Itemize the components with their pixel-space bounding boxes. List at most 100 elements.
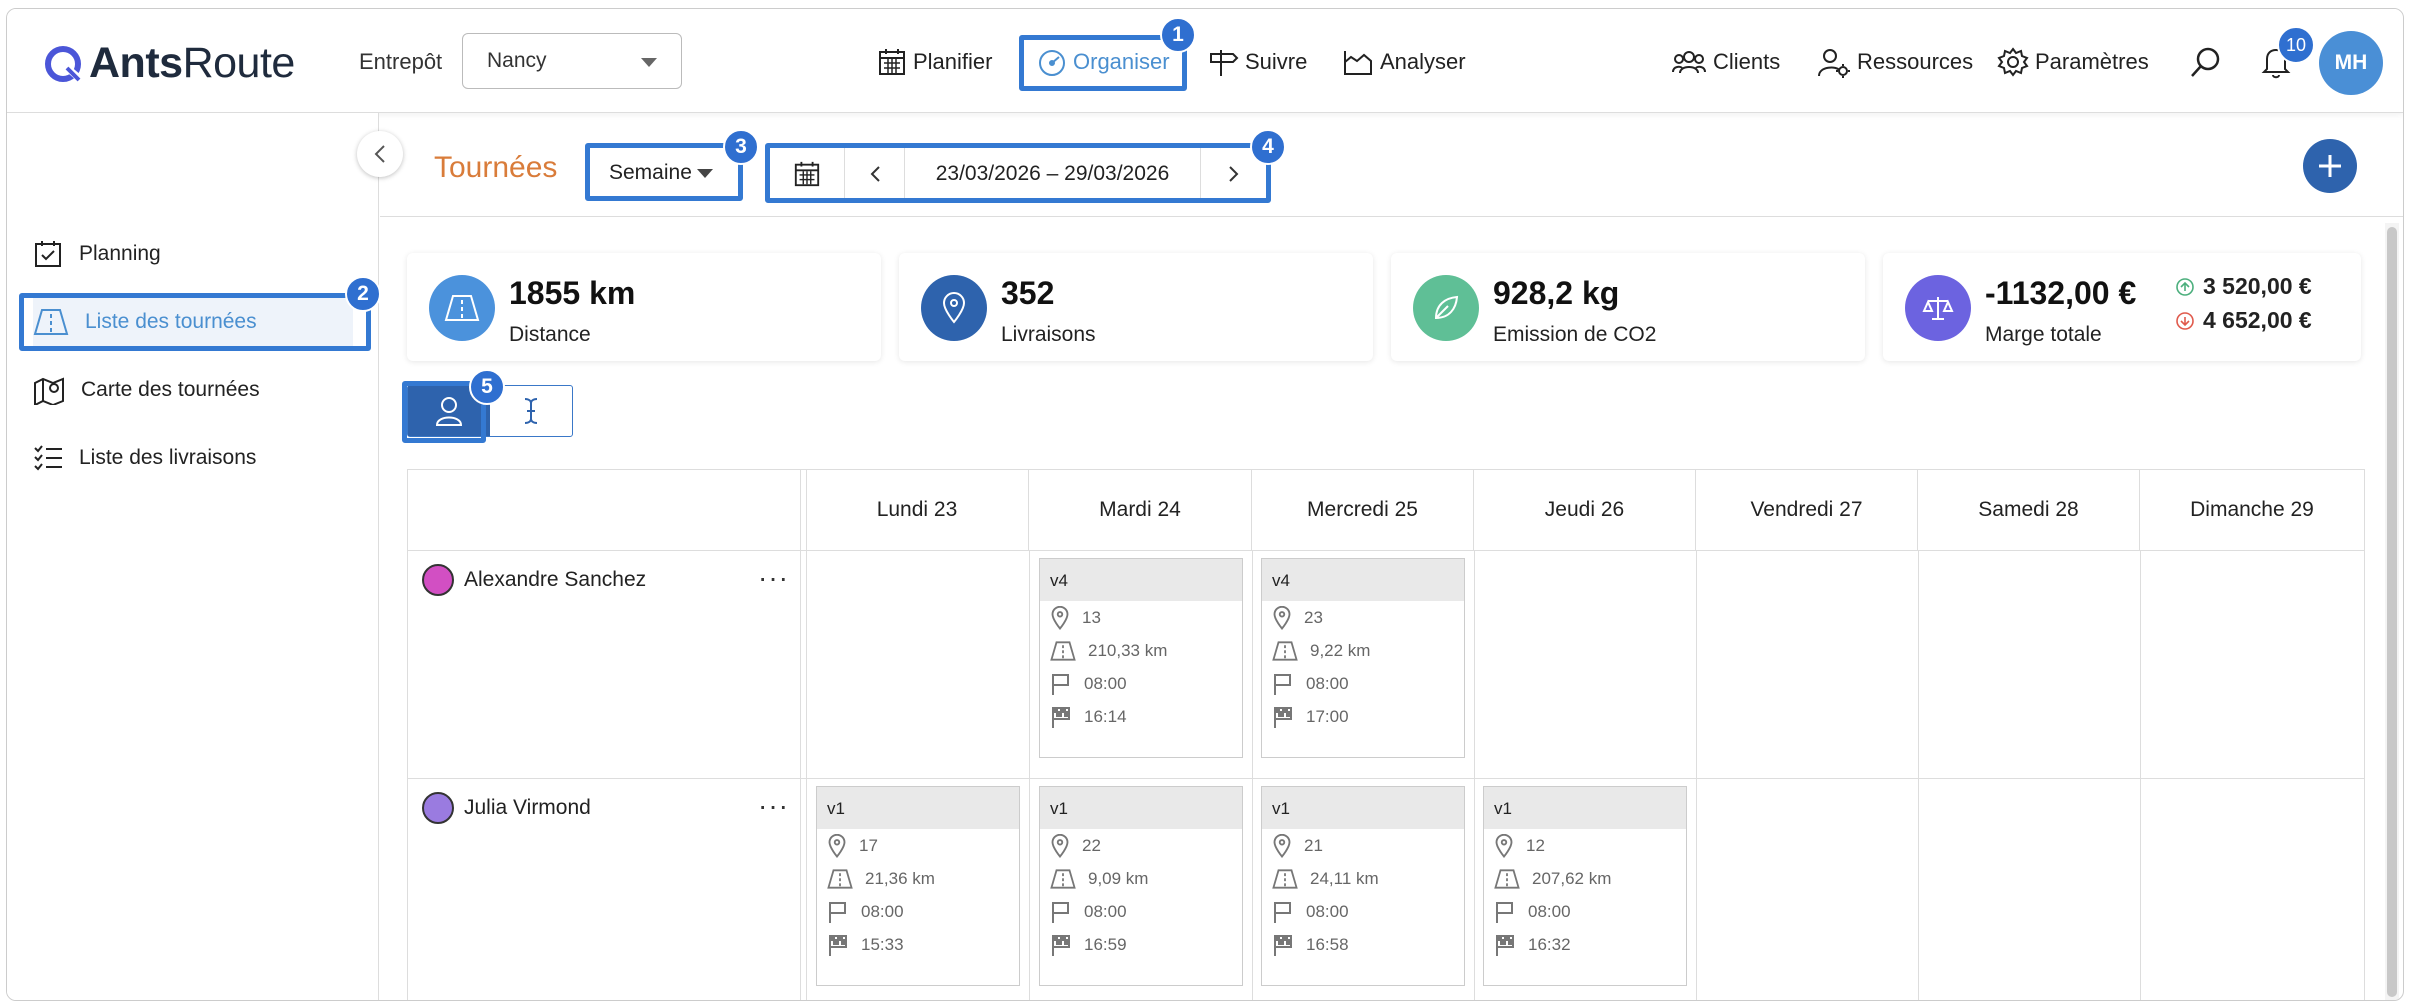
more-options-button[interactable]: ··· <box>758 790 789 822</box>
nav-parametres[interactable]: Paramètres <box>1997 37 2149 87</box>
tour-end: 15:33 <box>817 928 1019 961</box>
tour-end: 16:32 <box>1484 928 1686 961</box>
stat-value: 352 <box>1001 275 1055 311</box>
road-icon <box>1494 868 1520 889</box>
add-tour-button[interactable] <box>2303 139 2357 193</box>
divider <box>1252 550 1253 1000</box>
toolbar: Tournées Semaine 3 23/03/2026 – 29/03/20… <box>380 113 2403 217</box>
road-icon <box>1050 868 1076 889</box>
day-header: Samedi 28 <box>1918 470 2140 550</box>
search-icon <box>2191 47 2220 77</box>
tour-distance: 9,22 km <box>1262 634 1464 667</box>
scrollbar-thumb[interactable] <box>2387 227 2397 997</box>
caret-down-icon <box>641 58 657 67</box>
resource-row-label[interactable]: Alexandre Sanchez <box>422 564 646 596</box>
tour-card[interactable]: v1 21 24,11 km 08:00 16:58 <box>1261 786 1465 986</box>
avatar[interactable]: MH <box>2319 31 2383 95</box>
entrepot-select[interactable]: Nancy <box>462 33 682 89</box>
sidebar-item-label: Planning <box>79 242 161 265</box>
stat-livraisons: 352 Livraisons <box>899 253 1373 361</box>
resource-name: Julia Virmond <box>464 796 591 819</box>
nav-analyser[interactable]: Analyser <box>1342 37 1466 87</box>
nav-clients[interactable]: Clients <box>1671 37 1780 87</box>
sidebar-item-planning[interactable]: Planning <box>33 229 353 279</box>
road-icon <box>1272 868 1298 889</box>
tour-distance-value: 9,22 km <box>1310 640 1371 660</box>
nav-planifier[interactable]: Planifier <box>877 37 992 87</box>
tour-start: 08:00 <box>1262 667 1464 700</box>
day-header: Dimanche 29 <box>2190 498 2314 521</box>
day-header: Mardi 24 <box>1029 470 1252 550</box>
entrepot-value: Nancy <box>487 49 547 72</box>
tour-card[interactable]: v4 23 9,22 km 08:00 17:00 <box>1261 558 1465 758</box>
tour-start-value: 08:00 <box>1084 901 1127 921</box>
tour-end-value: 16:59 <box>1084 934 1127 954</box>
tour-distance: 21,36 km <box>817 862 1019 895</box>
nav-suivre-label: Suivre <box>1245 49 1308 74</box>
tour-distance-value: 24,11 km <box>1310 868 1379 888</box>
map-pin-icon <box>34 377 64 405</box>
marge-down-value: 4 652,00 € <box>2203 307 2312 333</box>
tour-name: v4 <box>1040 559 1242 601</box>
tour-card[interactable]: v1 12 207,62 km 08:00 16:32 <box>1483 786 1687 986</box>
day-header: Vendredi 27 <box>1696 470 1918 550</box>
vertical-scrollbar[interactable] <box>2385 223 2399 1000</box>
annotation-badge-1: 1 <box>1160 17 1196 53</box>
tour-card[interactable]: v1 17 21,36 km 08:00 15:33 <box>816 786 1020 986</box>
nav-clients-label: Clients <box>1713 49 1781 74</box>
annotation-badge-3: 3 <box>723 129 759 165</box>
stat-label: Marge totale <box>1985 323 2102 346</box>
nav-analyser-label: Analyser <box>1380 49 1466 74</box>
tour-card[interactable]: v1 22 9,09 km 08:00 16:59 <box>1039 786 1243 986</box>
nav-suivre[interactable]: Suivre <box>1207 37 1307 87</box>
stat-label: Livraisons <box>1001 323 1096 346</box>
tour-stops-value: 13 <box>1082 607 1101 627</box>
checkered-flag-icon <box>1274 934 1292 956</box>
scale-icon <box>1905 275 1971 341</box>
location-pin-icon <box>1051 833 1069 858</box>
sidebar: Planning Liste des tournées 2 Carte des … <box>7 113 381 1000</box>
flag-icon <box>1052 673 1069 695</box>
divider <box>1918 550 1919 1000</box>
tour-start: 08:00 <box>1484 895 1686 928</box>
logo[interactable]: AntsRoute <box>43 39 295 88</box>
location-pin-icon <box>828 833 846 858</box>
tour-end: 17:00 <box>1262 700 1464 733</box>
annotation-badge-2: 2 <box>345 276 381 312</box>
tour-start-value: 08:00 <box>1306 673 1349 693</box>
location-pin-icon <box>1273 833 1291 858</box>
tour-name: v4 <box>1262 559 1464 601</box>
location-pin-icon <box>1051 605 1069 630</box>
resource-row-label[interactable]: Julia Virmond <box>422 792 591 824</box>
divider <box>408 550 2364 551</box>
tour-start: 08:00 <box>1262 895 1464 928</box>
highlight-liste-tournees <box>19 293 371 351</box>
checkered-flag-icon <box>1274 706 1292 728</box>
tour-stops: 22 <box>1040 829 1242 862</box>
highlight-period <box>585 143 743 201</box>
tour-stops: 13 <box>1040 601 1242 634</box>
tour-distance: 210,33 km <box>1040 634 1242 667</box>
nav-ressources[interactable]: Ressources <box>1817 37 1973 87</box>
tour-end: 16:58 <box>1262 928 1464 961</box>
tour-calendar: Lundi 23 Mardi 24 Mercredi 25 Jeudi 26 V… <box>407 469 2365 1000</box>
divider <box>1696 550 1697 1000</box>
search-button[interactable] <box>2189 37 2229 87</box>
tour-card[interactable]: v4 13 210,33 km 08:00 16:14 <box>1039 558 1243 758</box>
chart-icon <box>1344 51 1372 75</box>
stat-value: 1855 km <box>509 275 636 311</box>
more-options-button[interactable]: ··· <box>758 562 789 594</box>
divider <box>2140 550 2141 1000</box>
app-window: AntsRoute Entrepôt Nancy Planifier Organ… <box>6 8 2404 1001</box>
tour-end-value: 16:14 <box>1084 706 1127 726</box>
collapse-sidebar-button[interactable] <box>357 131 403 177</box>
sidebar-item-carte-tournees[interactable]: Carte des tournées <box>33 365 353 415</box>
tour-end: 16:59 <box>1040 928 1242 961</box>
divider <box>1474 550 1475 1000</box>
text-cursor-icon <box>524 398 538 424</box>
top-bar: AntsRoute Entrepôt Nancy Planifier Organ… <box>7 9 2403 113</box>
tour-start-value: 08:00 <box>1306 901 1349 921</box>
sidebar-item-liste-livraisons[interactable]: Liste des livraisons <box>33 433 353 483</box>
entrepot-label: Entrepôt <box>359 49 443 74</box>
marge-down: 4 652,00 € <box>2175 307 2312 334</box>
